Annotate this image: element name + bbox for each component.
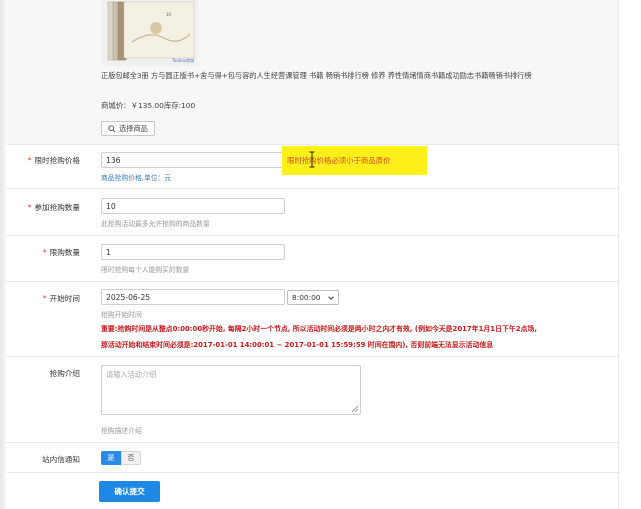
right-edge — [618, 0, 619, 509]
product-title: 正版包邮全3册 方与圆正版书+舍与得+包与容的人生经营课管理 书籍 畅销书排行榜… — [101, 71, 532, 80]
book-tag: 10 — [166, 12, 172, 17]
product-price: 商城价：￥135.00库存:100 — [101, 101, 196, 110]
start-time-value: 8:00:00 — [292, 293, 321, 302]
start-time-select[interactable]: 8:00:00 — [287, 290, 339, 305]
limit-qty-hint: 限时抢购每个人能购买的数量 — [101, 266, 190, 274]
product-image: 10 Taobao商城 — [102, 0, 198, 66]
resize-handle-icon[interactable] — [352, 406, 358, 412]
notify-yes-button[interactable]: 是 — [101, 451, 121, 465]
submit-button[interactable]: 确认提交 — [99, 481, 160, 502]
book-brand: Taobao商城 — [171, 57, 194, 63]
join-qty-hint: 此抢购活动最多允许抢购的商品数量 — [101, 220, 210, 228]
intro-textarea[interactable]: 请输入活动介绍 — [101, 365, 361, 415]
divider — [6, 188, 620, 189]
divider — [6, 472, 620, 473]
limit-qty-label: * 限购数量 — [42, 248, 80, 257]
start-time-warning-2: 那活动开始和结束时间必须是:2017-01-01 14:00:01 ~ 2017… — [101, 341, 494, 349]
notify-no-button[interactable]: 否 — [121, 451, 141, 465]
join-qty-input[interactable]: 10 — [101, 198, 285, 214]
divider — [6, 144, 620, 145]
start-time-hint: 抢购开始时间 — [101, 311, 142, 319]
flash-price-label: * 限时抢购价格 — [27, 156, 80, 165]
chevron-down-icon — [328, 296, 334, 300]
select-product-button[interactable]: 选择商品 — [101, 121, 155, 136]
flash-price-input[interactable]: 136 — [101, 152, 285, 168]
divider — [6, 235, 620, 236]
notify-label: 站内信通知 — [42, 455, 80, 464]
divider — [6, 356, 620, 357]
flash-price-hint: 商品抢购价格,单位：元 — [101, 174, 172, 182]
select-product-label: 选择商品 — [119, 123, 148, 133]
divider — [6, 442, 620, 443]
flash-price-error: 限时抢购价格必须小于商品原价 — [287, 156, 391, 165]
join-qty-label: * 参加抢购数量 — [27, 203, 80, 212]
intro-placeholder: 请输入活动介绍 — [106, 370, 157, 379]
text-cursor-icon — [309, 151, 315, 168]
limit-qty-input[interactable]: 1 — [101, 244, 285, 260]
divider — [6, 281, 620, 282]
search-icon — [108, 124, 116, 133]
intro-label: 抢购介绍 — [49, 369, 80, 378]
start-time-label: * 开始时间 — [42, 294, 80, 303]
intro-hint: 抢购描述介绍 — [101, 427, 142, 435]
start-date-input[interactable]: 2025-06-25 — [101, 289, 285, 305]
start-time-warning-1: 重要:抢购时间是从整点0:00:00秒开始, 每隔2小时一个节点, 所以活动时间… — [101, 325, 537, 333]
